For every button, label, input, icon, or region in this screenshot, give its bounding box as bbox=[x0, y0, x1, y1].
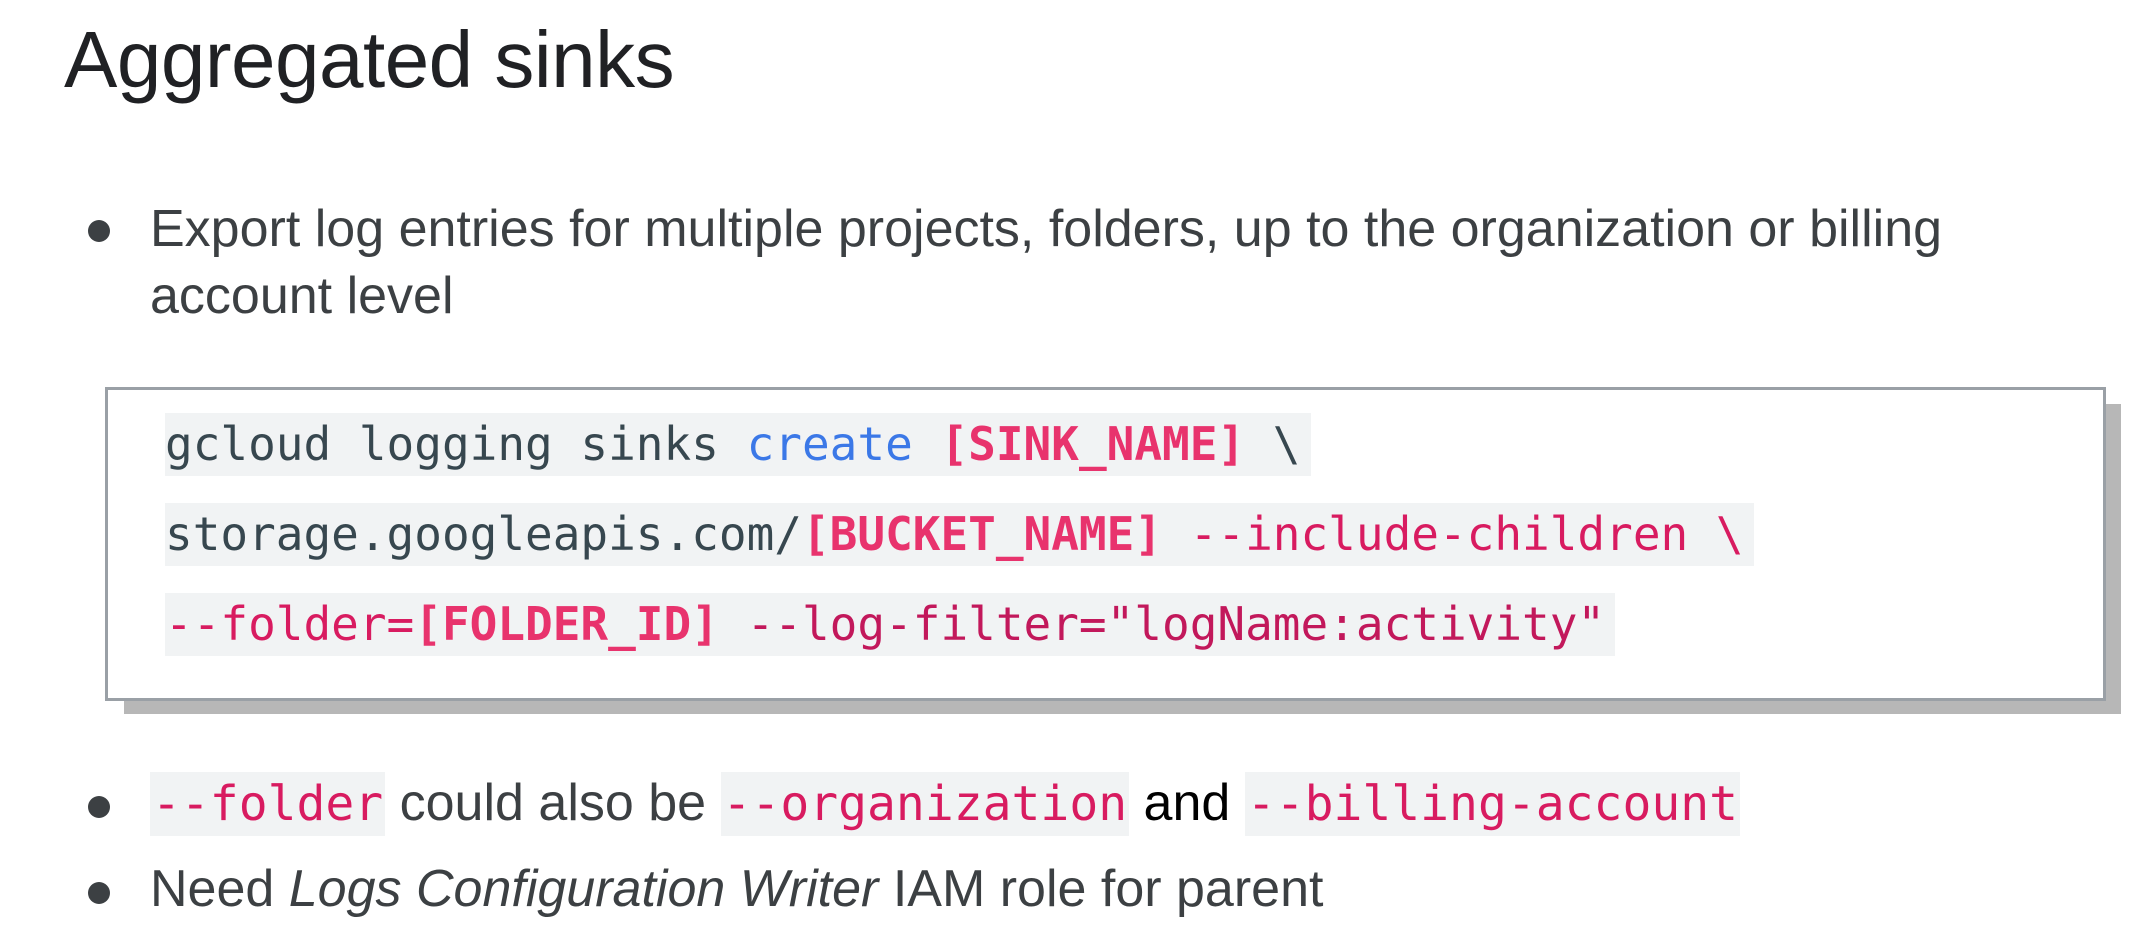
code-line-continuation: \ bbox=[1245, 417, 1301, 471]
code-placeholder-folder-id: [FOLDER_ID] bbox=[414, 597, 719, 651]
bullet-text: IAM role for parent bbox=[878, 860, 1324, 918]
code-placeholder-sink-name: [SINK_NAME] bbox=[940, 417, 1246, 471]
bullet-text-and: and bbox=[1129, 774, 1245, 832]
code-line-3: --folder=[FOLDER_ID] --log-filter="logNa… bbox=[165, 593, 1616, 656]
bullet-iam-role: Need Logs Configuration Writer IAM role … bbox=[150, 856, 1323, 923]
code-destination: storage.googleapis.com/ bbox=[165, 507, 802, 561]
code-flag-folder: --folder= bbox=[165, 597, 415, 651]
code-command: gcloud logging sinks bbox=[165, 417, 747, 471]
inline-code-organization: --organization bbox=[720, 772, 1130, 836]
inline-code-folder: --folder bbox=[150, 772, 386, 836]
bullet-text: Need bbox=[150, 860, 289, 918]
code-line-2: storage.googleapis.com/[BUCKET_NAME] --i… bbox=[165, 503, 1754, 566]
slide-title: Aggregated sinks bbox=[64, 15, 675, 104]
bullet-dot bbox=[88, 882, 110, 904]
code-line-1: gcloud logging sinks create [SINK_NAME] … bbox=[165, 413, 1311, 476]
iam-role-name: Logs Configuration Writer bbox=[288, 860, 879, 918]
bullet-dot bbox=[88, 796, 110, 818]
bullet-text: could also be bbox=[385, 774, 721, 832]
code-placeholder-bucket-name: [BUCKET_NAME] bbox=[801, 507, 1163, 561]
code-keyword-create: create bbox=[746, 417, 913, 471]
bullet-export-log-entries: Export log entries for multiple projects… bbox=[150, 200, 1943, 325]
inline-code-billing-account: --billing-account bbox=[1244, 772, 1741, 836]
code-flag-include-children: --include-children \ bbox=[1162, 507, 1744, 561]
code-block: gcloud logging sinks create [SINK_NAME] … bbox=[105, 387, 2106, 701]
bullet-dot bbox=[88, 220, 110, 242]
code-flag-log-filter: --log-filter="logName:activity" bbox=[718, 597, 1606, 651]
bullet-folder-alternatives: --folder could also be --organization an… bbox=[150, 770, 1741, 838]
